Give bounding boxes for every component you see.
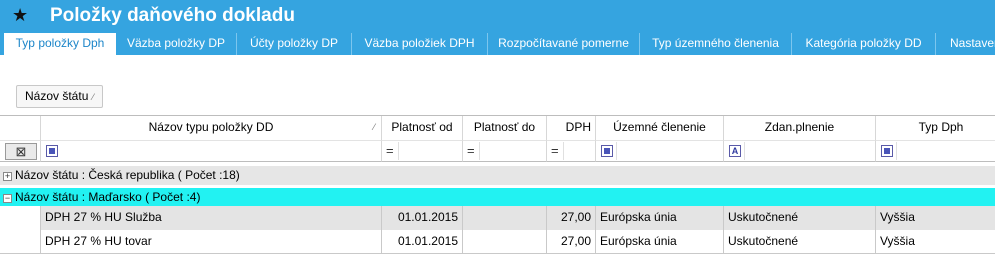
filter-cell-vat[interactable]: = xyxy=(547,140,596,162)
filter-operator-icon[interactable] xyxy=(601,145,613,157)
cell-vat[interactable]: 27,00 xyxy=(547,206,596,230)
column-header-vat[interactable]: DPH xyxy=(547,116,596,140)
column-header-taxable[interactable]: Zdan.plnenie xyxy=(724,116,876,140)
text-filter-icon[interactable]: A xyxy=(729,145,741,157)
filter-cell-territory[interactable] xyxy=(596,140,724,162)
filter-cell-taxable[interactable]: A xyxy=(724,140,876,162)
column-header-territory[interactable]: Územné členenie xyxy=(596,116,724,140)
row-indent xyxy=(0,230,41,254)
group-label: Názov štátu : Maďarsko ( Počet :4) xyxy=(15,190,201,204)
table-row[interactable]: DPH 27 % HU Služba 01.01.2015 27,00 Euró… xyxy=(0,206,995,230)
filter-input-taxable[interactable] xyxy=(744,142,873,160)
cell-name[interactable]: DPH 27 % HU Služba xyxy=(41,206,382,230)
group-label: Názov štátu : Česká republika ( Počet :1… xyxy=(15,168,240,182)
filter-cell-name[interactable] xyxy=(41,140,382,162)
filter-input-territory[interactable] xyxy=(616,142,721,160)
filter-cell-vat-type[interactable] xyxy=(876,140,995,162)
cell-valid-from[interactable]: 01.01.2015 xyxy=(382,206,463,230)
cell-valid-to[interactable] xyxy=(463,206,547,230)
equals-operator-icon[interactable]: = xyxy=(467,143,475,158)
tab-rozpocitavane-pomerne[interactable]: Rozpočítavané pomerne xyxy=(488,33,640,55)
group-by-chip[interactable]: Názov štátu ⁄ xyxy=(16,85,103,108)
filter-input-vat-type[interactable] xyxy=(896,142,995,160)
group-by-label: Názov štátu xyxy=(25,89,89,103)
group-row-ceska-republika[interactable]: + Názov štátu : Česká republika ( Počet :… xyxy=(0,166,995,185)
cell-taxable[interactable]: Uskutočnené xyxy=(724,230,876,254)
group-row-madarsko[interactable]: − Názov štátu : Maďarsko ( Počet :4) xyxy=(0,188,995,207)
tab-typ-polozky-dph[interactable]: Typ položky Dph xyxy=(4,33,116,55)
expand-icon[interactable]: + xyxy=(3,172,12,181)
filter-operator-icon[interactable] xyxy=(46,145,58,157)
tab-ucty-polozky-dp[interactable]: Účty položky DP xyxy=(237,33,352,55)
cell-taxable[interactable]: Uskutočnené xyxy=(724,206,876,230)
cell-territory[interactable]: Európska únia xyxy=(596,206,724,230)
tab-bar: Typ položky Dph Väzba položky DP Účty po… xyxy=(0,33,995,55)
clear-filter-icon[interactable]: ⊠ xyxy=(5,143,37,160)
filter-cell-valid-to[interactable]: = xyxy=(463,140,547,162)
equals-operator-icon[interactable]: = xyxy=(551,143,559,158)
cell-territory[interactable]: Európska únia xyxy=(596,230,724,254)
column-header-name[interactable]: Názov typu položky DD ⁄ xyxy=(41,116,382,140)
column-header-valid-to[interactable]: Platnosť do xyxy=(463,116,547,140)
filter-operator-icon[interactable] xyxy=(881,145,893,157)
tab-vazba-poloziek-dph[interactable]: Väzba položiek DPH xyxy=(352,33,488,55)
table-row[interactable]: DPH 27 % HU tovar 01.01.2015 27,00 Európ… xyxy=(0,230,995,254)
cell-valid-from[interactable]: 01.01.2015 xyxy=(382,230,463,254)
filter-input-valid-to[interactable] xyxy=(479,142,544,160)
tab-nastavenia[interactable]: Nastaven xyxy=(936,33,995,55)
title-bar: ★ Položky daňového dokladu xyxy=(0,0,995,33)
collapse-icon[interactable]: − xyxy=(3,194,12,203)
column-header-vat-type[interactable]: Typ Dph xyxy=(876,116,995,140)
row-indent xyxy=(0,206,41,230)
filter-input-valid-from[interactable] xyxy=(398,142,460,160)
tab-vazba-polozky-dp[interactable]: Väzba položky DP xyxy=(116,33,237,55)
cell-vat-type[interactable]: Vyššia xyxy=(876,206,995,230)
window-title: Položky daňového dokladu xyxy=(50,5,295,26)
equals-operator-icon[interactable]: = xyxy=(386,143,394,158)
column-header-valid-from[interactable]: Platnosť od xyxy=(382,116,463,140)
tab-typ-uzemneho-clenenia[interactable]: Typ územného členenia xyxy=(640,33,792,55)
filter-input-vat[interactable] xyxy=(563,142,593,160)
cell-valid-to[interactable] xyxy=(463,230,547,254)
tab-kategoria-polozky-dd[interactable]: Kategória položky DD xyxy=(792,33,936,55)
cell-vat-type[interactable]: Vyššia xyxy=(876,230,995,254)
sort-indicator-icon: ⁄ xyxy=(92,92,94,102)
star-icon[interactable]: ★ xyxy=(12,5,28,25)
row-indicator-header xyxy=(0,116,41,140)
cell-name[interactable]: DPH 27 % HU tovar xyxy=(41,230,382,254)
filter-cell-valid-from[interactable]: = xyxy=(382,140,463,162)
cell-vat[interactable]: 27,00 xyxy=(547,230,596,254)
sort-indicator-icon: ⁄ xyxy=(373,122,375,132)
